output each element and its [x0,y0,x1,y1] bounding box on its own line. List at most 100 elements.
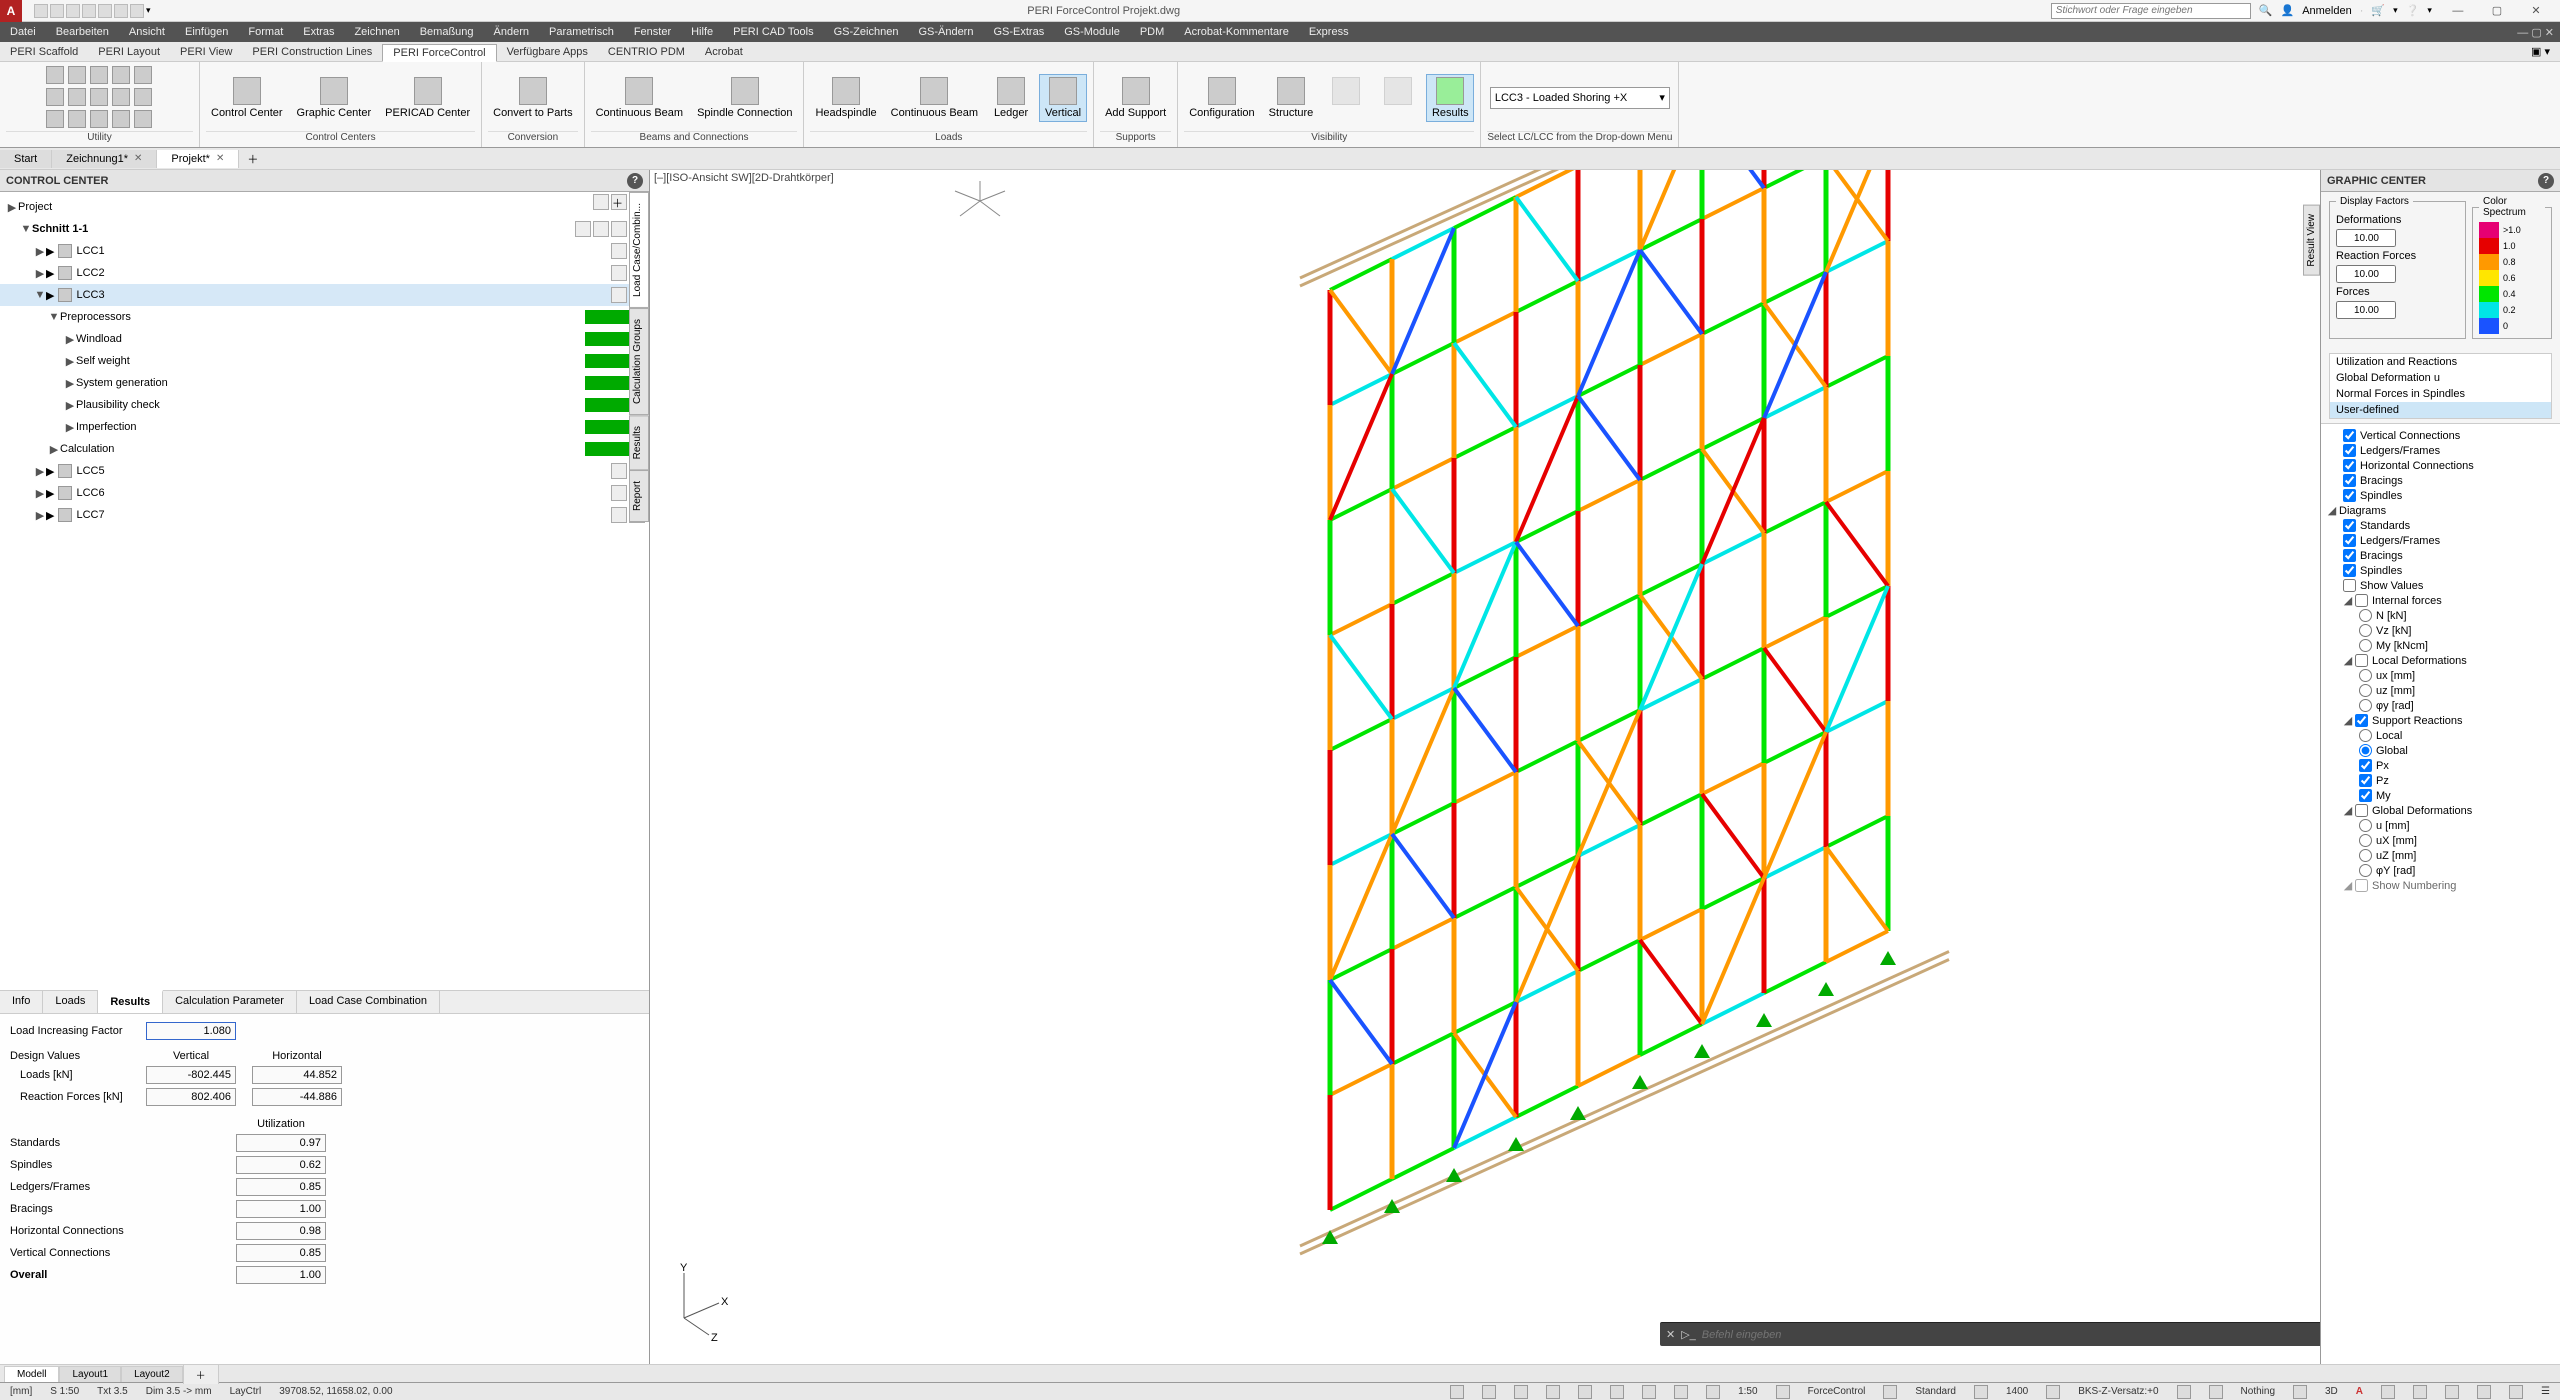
viewport-label[interactable]: [–][ISO-Ansicht SW][2D-Drahtkörper] [654,172,834,184]
command-line[interactable]: ✕ ▷_ ▴ [1660,1322,2320,1346]
tree-action-icon[interactable] [593,194,609,210]
status-menu-icon[interactable]: ☰ [2537,1386,2554,1397]
collapse-icon[interactable]: ◢ [2327,504,2337,517]
close-icon[interactable]: ✕ [216,153,224,164]
checkbox[interactable] [2355,594,2368,607]
util-icon[interactable] [112,88,130,106]
radio[interactable] [2359,729,2372,742]
tree-action-icon[interactable] [611,265,627,281]
collapse-icon[interactable]: ◢ [2343,804,2353,817]
opt-u-mm[interactable]: u [mm] [2321,818,2560,833]
spindle-connection-button[interactable]: Spindle Connection [692,74,797,122]
status-icon[interactable] [2177,1385,2191,1399]
btab-calc-param[interactable]: Calculation Parameter [163,991,297,1013]
checkbox[interactable] [2343,489,2356,502]
tree-calculation[interactable]: ▶Calculation [0,438,649,460]
tree-lcc1[interactable]: ▶▶LCC1 [0,240,649,262]
tree-action-icon[interactable] [593,221,609,237]
qat-print-icon[interactable] [98,4,112,18]
tree-action-icon[interactable] [611,287,627,303]
btab-info[interactable]: Info [0,991,43,1013]
menu-gs-extras[interactable]: GS-Extras [983,26,1054,38]
expand-icon[interactable]: ▶ [48,443,60,456]
menu-bemassung[interactable]: Bemaßung [410,26,484,38]
btab-results[interactable]: Results [98,990,163,1013]
status-icon[interactable] [1546,1385,1560,1399]
checkbox[interactable] [2343,564,2356,577]
checkbox[interactable] [2359,789,2372,802]
radio[interactable] [2359,609,2372,622]
tree-lcc2[interactable]: ▶▶LCC2 [0,262,649,284]
tree-imperfection[interactable]: ▶Imperfection [0,416,649,438]
qat-dropdown-icon[interactable]: ▾ [146,5,151,16]
opt-show-values[interactable]: Show Values [2321,578,2560,593]
opt-n-kn[interactable]: N [kN] [2321,608,2560,623]
tab-acrobat[interactable]: Acrobat [695,44,753,60]
menu-extras[interactable]: Extras [293,26,344,38]
checkbox[interactable] [2343,579,2356,592]
status-layctrl[interactable]: LayCtrl [226,1386,266,1397]
opt-bracings[interactable]: Bracings [2321,473,2560,488]
expand-icon[interactable]: ▶ [34,465,46,478]
menu-parametrisch[interactable]: Parametrisch [539,26,624,38]
util-icon[interactable] [68,110,86,128]
qat-redo-icon[interactable] [130,4,144,18]
opt-ux-mm[interactable]: ux [mm] [2321,668,2560,683]
util-icon[interactable] [134,110,152,128]
result-item-utilization[interactable]: Utilization and Reactions [2330,354,2551,370]
util-icon[interactable] [68,88,86,106]
result-item-user-defined[interactable]: User-defined [2330,402,2551,418]
menu-aendern[interactable]: Ändern [484,26,539,38]
qat-open-icon[interactable] [50,4,64,18]
tree-sysgen[interactable]: ▶System generation [0,372,649,394]
opt-pz[interactable]: Pz [2321,773,2560,788]
util-icon[interactable] [112,66,130,84]
tree-project[interactable]: ▶Project [0,196,649,218]
radio[interactable] [2359,864,2372,877]
radio[interactable] [2359,744,2372,757]
menu-format[interactable]: Format [238,26,293,38]
result-view-side-tab[interactable]: Result View [2303,205,2320,276]
opt-uz-mm[interactable]: uz [mm] [2321,683,2560,698]
status-icon[interactable] [2413,1385,2427,1399]
opt-global[interactable]: Global [2321,743,2560,758]
help-search-input[interactable] [2051,3,2251,19]
opt-global-def[interactable]: ◢Global Deformations [2321,803,2560,818]
exchange-dropdown-icon[interactable]: ▾ [2393,5,2398,16]
opt-internal-forces[interactable]: ◢Internal forces [2321,593,2560,608]
status-forcecontrol[interactable]: ForceControl [1804,1386,1870,1397]
util-icon[interactable] [46,66,64,84]
continuous-beam2-button[interactable]: Continuous Beam [886,74,983,122]
filter-icon[interactable] [2209,1385,2223,1399]
expand-icon[interactable]: ▶ [34,245,46,258]
result-item-global-def[interactable]: Global Deformation u [2330,370,2551,386]
opt-ledgers-frames2[interactable]: Ledgers/Frames [2321,533,2560,548]
tree-action-icon[interactable] [575,221,591,237]
status-icon[interactable] [1514,1385,1528,1399]
checkbox[interactable] [2359,759,2372,772]
menu-gs-module[interactable]: GS-Module [1054,26,1130,38]
expand-icon[interactable]: ◢ [2343,879,2353,892]
status-units[interactable]: [mm] [6,1386,36,1397]
opt-vz-kn[interactable]: Vz [kN] [2321,623,2560,638]
opt-my[interactable]: My [2321,788,2560,803]
menu-zeichnen[interactable]: Zeichnen [344,26,409,38]
util-icon[interactable] [46,110,64,128]
continuous-beam-button[interactable]: Continuous Beam [591,74,688,122]
close-icon[interactable]: ✕ [134,153,142,164]
status-icon[interactable] [2509,1385,2523,1399]
tab-peri-layout[interactable]: PERI Layout [88,44,170,60]
opt-support-reactions[interactable]: ◢Support Reactions [2321,713,2560,728]
menu-pdm[interactable]: PDM [1130,26,1174,38]
menu-ansicht[interactable]: Ansicht [119,26,175,38]
add-support-button[interactable]: Add Support [1100,74,1171,122]
status-icon[interactable] [2381,1385,2395,1399]
tree-plausibility[interactable]: ▶Plausibility check [0,394,649,416]
convert-to-parts-button[interactable]: Convert to Parts [488,74,577,122]
radio[interactable] [2359,699,2372,712]
opt-phiy-rad[interactable]: φy [rad] [2321,698,2560,713]
result-item-normal-forces[interactable]: Normal Forces in Spindles [2330,386,2551,402]
tree-action-icon[interactable] [611,507,627,523]
status-icon[interactable] [1642,1385,1656,1399]
menu-acrobat-kommentare[interactable]: Acrobat-Kommentare [1174,26,1299,38]
